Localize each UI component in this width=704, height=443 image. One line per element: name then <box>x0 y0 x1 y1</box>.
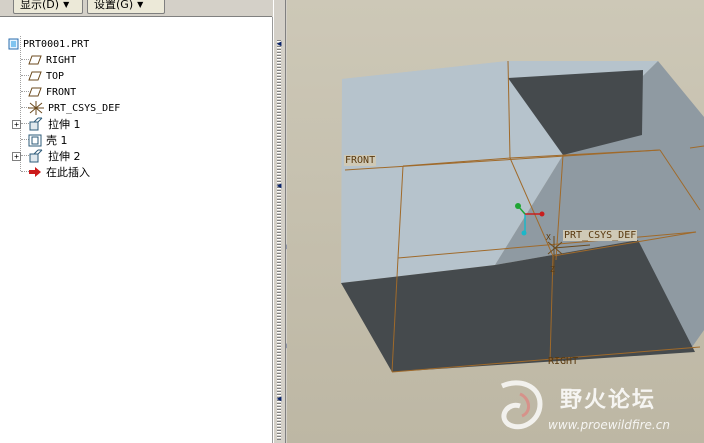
datum-plane-icon <box>28 71 42 81</box>
tree-item-top[interactable]: TOP <box>28 68 64 84</box>
tree-item-front[interactable]: FRONT <box>28 84 76 100</box>
expand-toggle-icon[interactable]: + <box>12 152 21 161</box>
splitter-grip[interactable] <box>277 40 281 440</box>
watermark-title: 野火论坛 <box>560 388 657 413</box>
tree-item-extrude-1[interactable]: 拉伸 1 <box>28 116 81 132</box>
collapse-arrow-icon[interactable]: ◀ <box>276 182 282 190</box>
show-menu-label: 显示(D) <box>20 0 60 11</box>
tree-item-label: RIGHT <box>46 54 77 66</box>
tree-item-csys[interactable]: PRT_CSYS_DEF <box>28 100 120 116</box>
tree-connector <box>20 36 21 171</box>
datum-plane-icon <box>28 87 42 97</box>
show-menu-button[interactable]: 显示(D) ▼ <box>13 0 83 14</box>
coordinate-system-icon <box>28 101 44 115</box>
panel-splitter[interactable]: ◀ ◀ ▶ ▶ ◀ <box>273 0 291 443</box>
insert-here-arrow-icon <box>29 167 41 177</box>
datum-label-csys[interactable]: PRT_CSYS_DEF <box>563 230 638 241</box>
axis-label-x: X <box>546 233 551 242</box>
collapse-arrow-icon[interactable]: ◀ <box>276 40 282 48</box>
tree-item-insert-here[interactable]: 在此插入 <box>28 164 90 180</box>
tree-item-extrude-2[interactable]: 拉伸 2 <box>28 148 81 164</box>
tree-item-label: 壳 1 <box>46 134 68 147</box>
tree-item-label: 拉伸 1 <box>48 118 81 131</box>
expand-toggle-icon[interactable]: + <box>12 120 21 129</box>
tree-item-right[interactable]: RIGHT <box>28 52 76 68</box>
settings-menu-label: 设置(G) <box>94 0 134 11</box>
tree-item-label: PRT_CSYS_DEF <box>48 102 121 114</box>
tree-root-item[interactable]: PRT0001.PRT <box>8 36 89 52</box>
chevron-down-icon: ▼ <box>137 0 144 9</box>
axis-label-z: Z <box>550 265 555 274</box>
settings-menu-button[interactable]: 设置(G) ▼ <box>87 0 165 14</box>
tree-item-label: 拉伸 2 <box>48 150 81 163</box>
chevron-down-icon: ▼ <box>63 0 70 9</box>
tree-item-label: 在此插入 <box>46 166 90 179</box>
model-tree-toolbar: 显示(D) ▼ 设置(G) ▼ <box>0 0 272 17</box>
tree-item-label: TOP <box>46 70 65 82</box>
datum-plane-icon <box>28 55 42 65</box>
tree-item-shell-1[interactable]: 壳 1 <box>28 132 68 148</box>
datum-label-right[interactable]: RIGHT <box>548 356 578 367</box>
forum-logo-icon <box>500 380 543 430</box>
extrude-icon <box>29 117 43 131</box>
shell-icon <box>28 134 42 146</box>
watermark-url: www.proewildfire.cn <box>548 418 670 432</box>
datum-label-front[interactable]: FRONT <box>344 155 377 166</box>
collapse-arrow-icon[interactable]: ◀ <box>276 395 282 403</box>
tree-root-label: PRT0001.PRT <box>23 38 90 50</box>
tree-item-label: FRONT <box>46 86 77 98</box>
extrude-icon <box>29 149 43 163</box>
model-tree: PRT0001.PRT RIGHT TOP FRONT PRT_CSYS_DEF <box>0 17 273 443</box>
part-icon <box>8 38 19 50</box>
